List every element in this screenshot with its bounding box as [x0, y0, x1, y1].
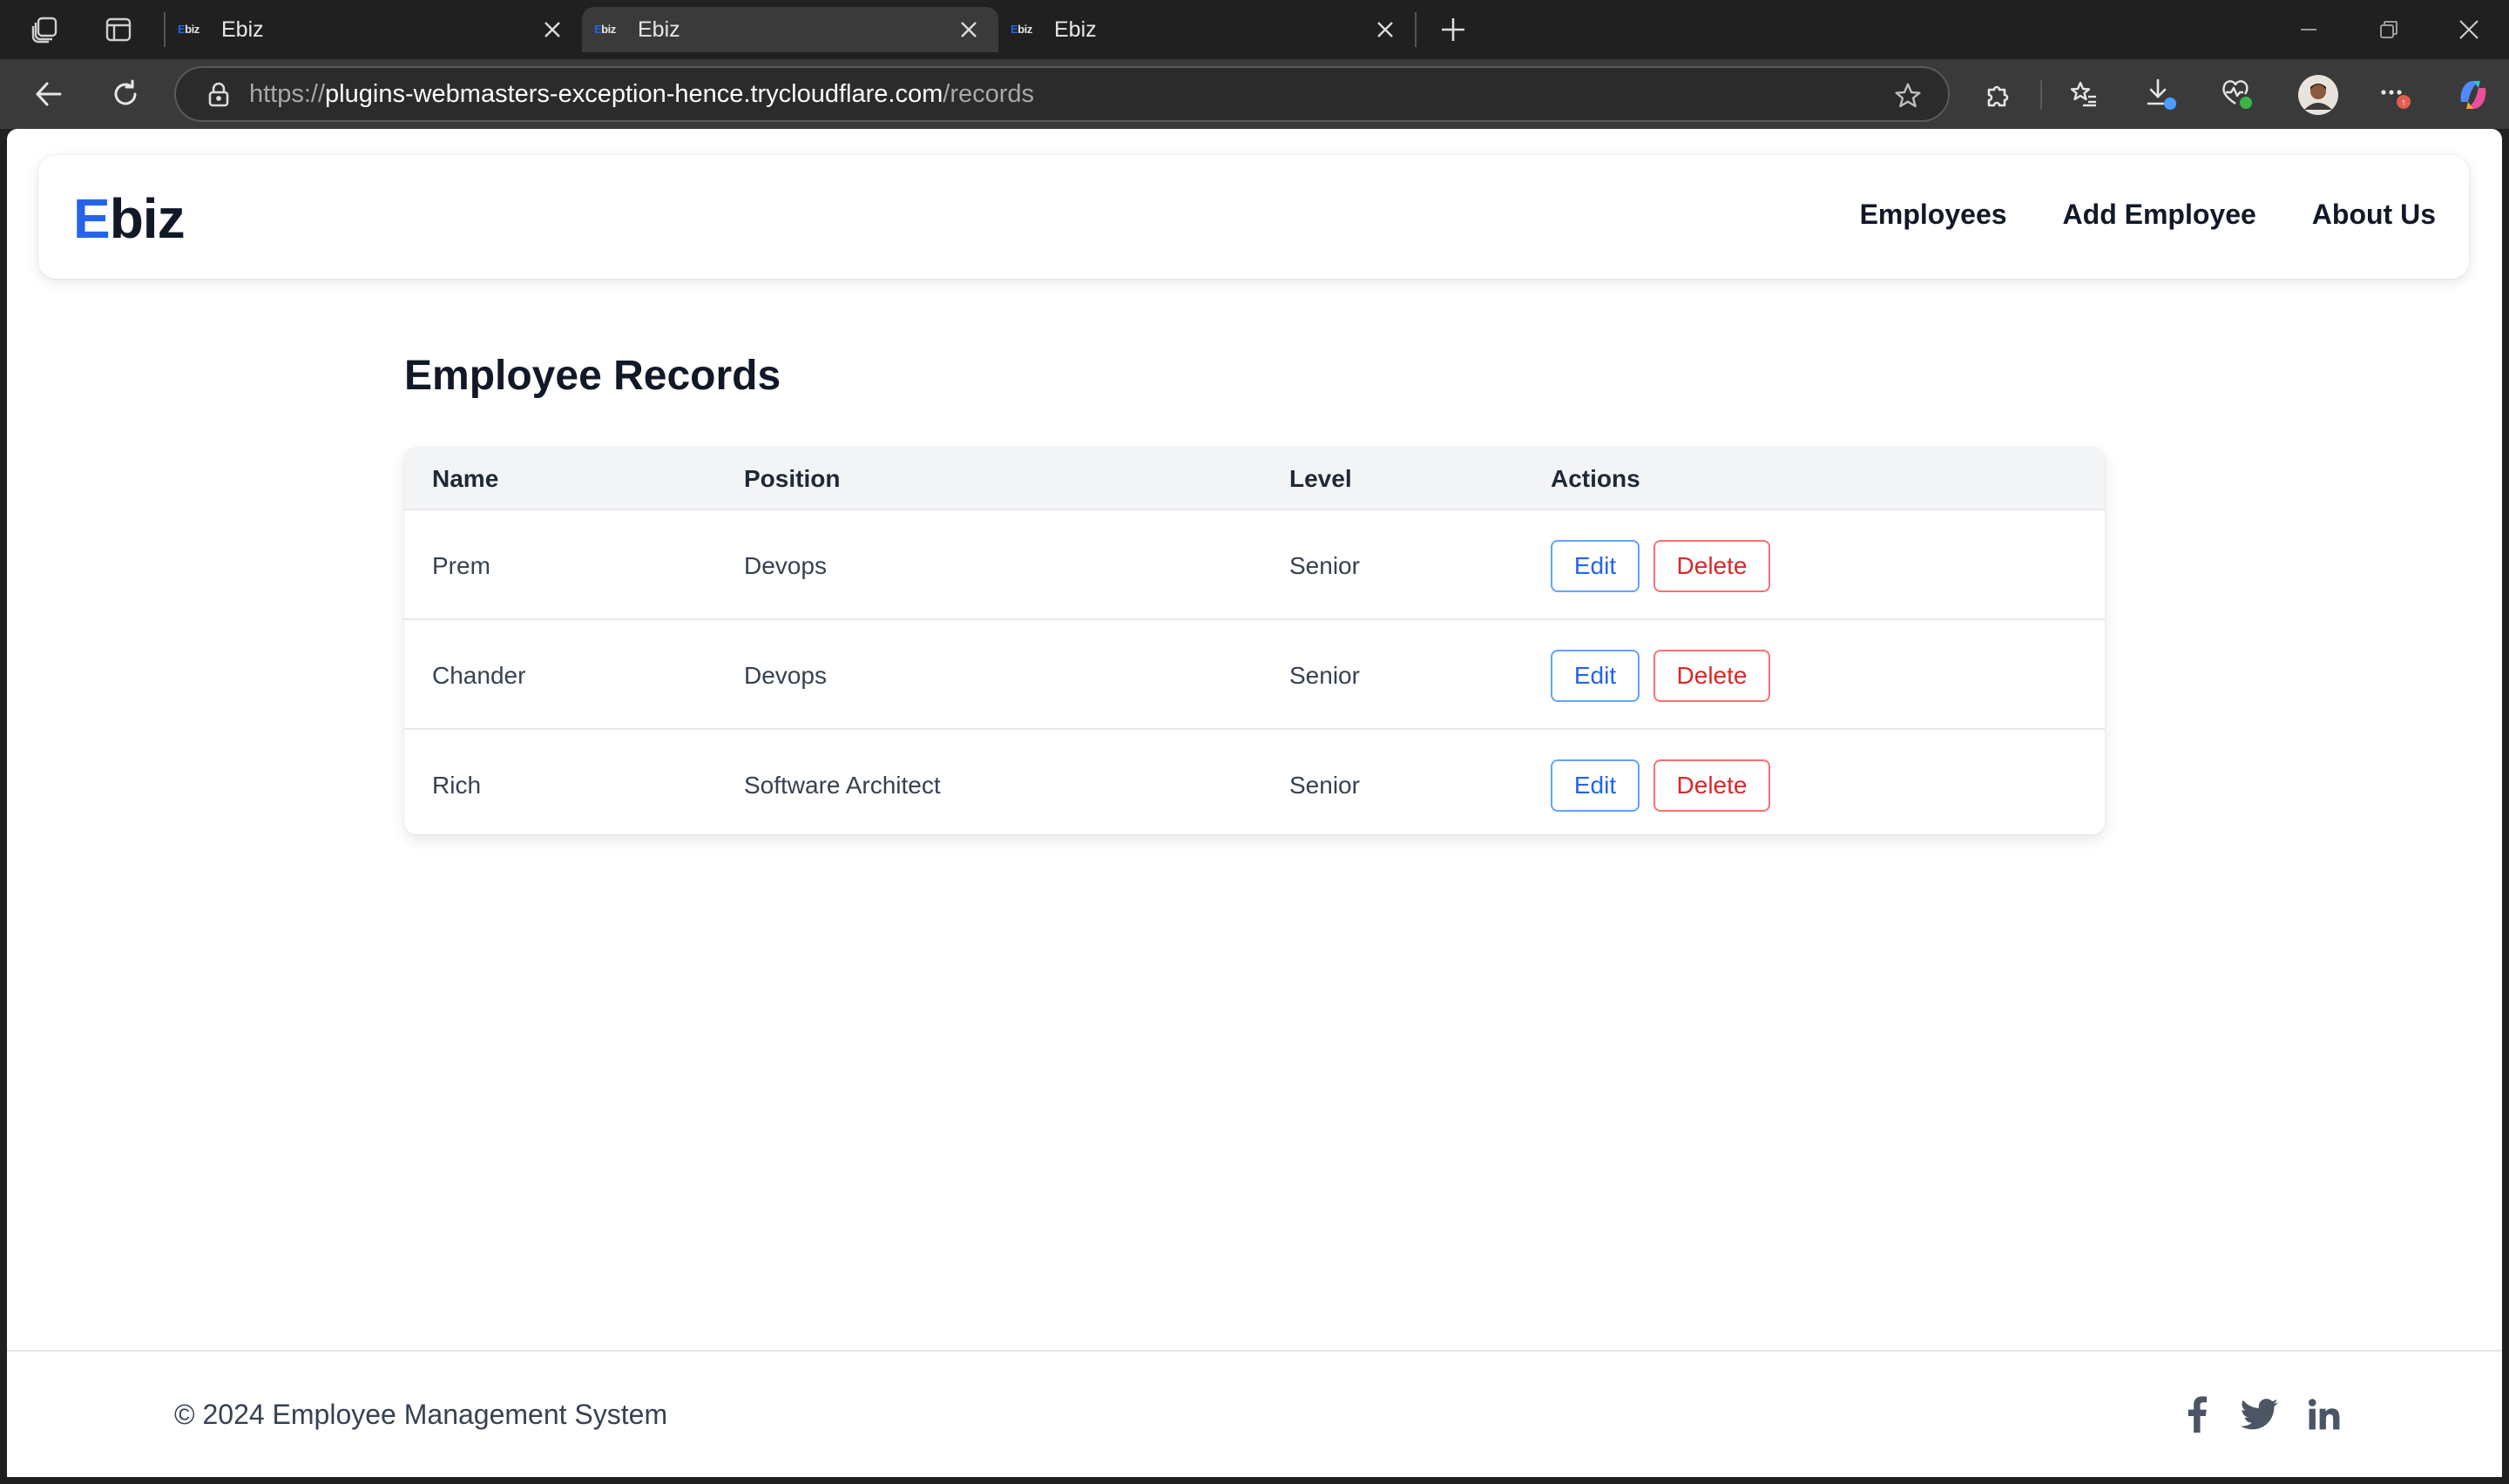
edit-button[interactable]: Edit — [1551, 650, 1640, 702]
employee-position: Devops — [744, 552, 827, 579]
column-header-actions: Actions — [1551, 465, 1640, 492]
nav-link-employees[interactable]: Employees — [1860, 199, 2007, 231]
address-bar[interactable]: https://plugins-webmasters-exception-hen… — [174, 66, 1950, 122]
table-row: Chander Devops Senior Edit Delete — [404, 618, 2105, 728]
minimize-icon[interactable] — [2291, 12, 2326, 47]
tab-favicon: Ebiz — [1011, 23, 1032, 36]
copilot-icon[interactable] — [2453, 75, 2493, 115]
column-header-name: Name — [432, 465, 499, 492]
url-text[interactable]: https://plugins-webmasters-exception-hen… — [249, 80, 1034, 109]
refresh-icon[interactable] — [108, 77, 143, 111]
tab-close-icon[interactable] — [951, 12, 986, 47]
employee-level: Senior — [1289, 772, 1360, 799]
browser-tab-bar: Ebiz Ebiz Ebiz Ebiz Ebiz Ebiz — [0, 0, 2509, 59]
tab-actions-icon[interactable] — [101, 12, 136, 47]
delete-button[interactable]: Delete — [1654, 650, 1770, 702]
new-tab-icon[interactable] — [1436, 12, 1471, 47]
restore-icon[interactable] — [2371, 12, 2406, 47]
edit-button[interactable]: Edit — [1551, 540, 1640, 592]
close-window-icon[interactable] — [2452, 12, 2486, 47]
delete-button[interactable]: Delete — [1654, 759, 1770, 812]
site-logo[interactable]: Ebiz — [73, 186, 186, 251]
browser-tab-active[interactable]: Ebiz Ebiz — [582, 7, 998, 52]
nav-links: Employees Add Employee About Us — [1860, 199, 2436, 231]
copyright-text: © 2024 Employee Management System — [174, 1399, 668, 1430]
favorites-icon[interactable] — [2066, 77, 2101, 111]
svg-text:↑: ↑ — [2401, 98, 2406, 108]
table-row: Rich Software Architect Senior Edit Dele… — [404, 728, 2105, 834]
workspaces-icon[interactable] — [28, 12, 63, 47]
facebook-icon[interactable] — [2176, 1393, 2218, 1435]
tab-favicon: Ebiz — [594, 23, 616, 36]
table-header: Name Position Level Actions — [404, 448, 2105, 509]
tab-title: Ebiz — [221, 17, 264, 42]
site-footer: © 2024 Employee Management System — [7, 1350, 2502, 1477]
table-row: Prem Devops Senior Edit Delete — [404, 509, 2105, 618]
employee-level: Senior — [1289, 662, 1360, 689]
browser-tab[interactable]: Ebiz Ebiz — [166, 7, 582, 52]
linkedin-icon[interactable] — [2303, 1393, 2345, 1435]
twitter-icon[interactable] — [2239, 1393, 2281, 1435]
more-icon[interactable]: ↑ — [2377, 77, 2411, 111]
tab-favicon: Ebiz — [178, 23, 200, 36]
favorite-star-icon[interactable] — [1894, 82, 1922, 110]
browser-tab[interactable]: Ebiz Ebiz — [998, 7, 1415, 52]
column-header-level: Level — [1289, 465, 1352, 492]
browser-toolbar: https://plugins-webmasters-exception-hen… — [0, 59, 2509, 129]
edit-button[interactable]: Edit — [1551, 759, 1640, 812]
lock-icon[interactable] — [207, 81, 230, 107]
employee-name: Prem — [432, 552, 490, 579]
tab-close-icon[interactable] — [535, 12, 570, 47]
downloads-icon[interactable] — [2143, 77, 2178, 111]
employee-name: Chander — [432, 662, 526, 689]
employee-name: Rich — [432, 772, 482, 799]
tab-close-icon[interactable] — [1368, 12, 1403, 47]
extensions-icon[interactable] — [1981, 77, 2016, 111]
profile-avatar[interactable] — [2298, 75, 2338, 115]
page-viewport: Ebiz Employees Add Employee About Us Emp… — [7, 129, 2502, 1477]
tab-title: Ebiz — [1054, 17, 1097, 42]
employee-level: Senior — [1289, 552, 1360, 579]
browser-essentials-icon[interactable] — [2220, 77, 2255, 111]
employee-position: Software Architect — [744, 772, 941, 799]
employee-table: Name Position Level Actions Prem Devops … — [404, 448, 2105, 834]
column-header-position: Position — [744, 465, 841, 492]
delete-button[interactable]: Delete — [1654, 540, 1770, 592]
page-title: Employee Records — [404, 353, 781, 399]
nav-link-add-employee[interactable]: Add Employee — [2063, 199, 2256, 231]
back-icon[interactable] — [31, 77, 66, 111]
site-navbar: Ebiz Employees Add Employee About Us — [38, 155, 2469, 279]
employee-position: Devops — [744, 662, 827, 689]
tab-title: Ebiz — [638, 17, 680, 42]
nav-link-about-us[interactable]: About Us — [2312, 199, 2436, 231]
